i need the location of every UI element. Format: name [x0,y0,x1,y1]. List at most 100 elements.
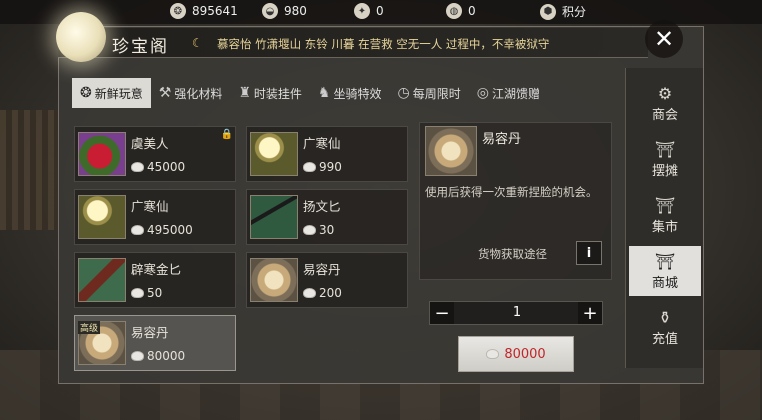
hammer-icon: ⚒ [158,85,172,101]
sidebar-label: 商会 [651,107,678,123]
tab-label: 江湖馈赠 [491,86,540,101]
category-tabs: ❂ 新鲜玩意 ⚒ 强化材料 ♜ 时装挂件 ♞ 坐骑特效 ◷ 每周限时 ◎ 江湖馈… [72,78,610,110]
item-price-value: 50 [147,286,163,300]
robe-icon: ♜ [238,85,251,101]
sidebar-item-stall[interactable]: ⛩ 摆摊 [629,134,701,184]
coin-icon [131,351,144,361]
flower-item-icon [78,132,126,176]
item-name: 易容丹 [131,325,169,340]
item-name: 广寒仙 [131,199,169,214]
shop-item[interactable]: 辟寒金匕 50 [74,252,236,308]
coin-icon [486,349,500,359]
shop-item[interactable]: 扬文匕 30 [246,189,408,245]
shop-item-selected[interactable]: 高级 易容丹 80000 [74,315,236,371]
coin-icon [303,288,316,298]
item-price-value: 200 [319,286,342,300]
tab-fashion[interactable]: ♜ 时装挂件 [230,78,310,108]
points-badge-icon: ⬢ [540,3,556,20]
tab-label: 每周限时 [412,86,461,101]
detail-item-name: 易容丹 [482,132,522,147]
source-label: 货物获取途径 [478,247,547,261]
shop-title: 珍宝阁 [112,37,169,57]
market-icon: ⛩ [654,195,676,215]
detail-pill-icon [425,126,477,176]
item-price-value: 30 [319,223,335,237]
buy-price: 80000 [504,346,546,362]
ticket-icon: ✦ [354,3,370,19]
sidebar-item-mall[interactable]: ⛩ 商城 [629,246,701,296]
sidebar-item-market[interactable]: ⛩ 集市 [629,190,701,240]
shop-item[interactable]: 易容丹 200 [246,252,408,308]
info-button[interactable]: i [576,241,602,265]
close-button[interactable]: ✕ [645,20,683,58]
shop-item[interactable]: 广寒仙 990 [246,126,408,182]
pill-item-icon [250,258,298,302]
tab-label: 强化材料 [174,86,223,101]
currency-points[interactable]: ⬢ 积分 [540,3,586,20]
currency-gold: ◍ 0 [446,3,476,19]
moon-item-icon [250,132,298,176]
item-price: 495000 [131,223,193,237]
moon-item-icon [78,195,126,239]
currency-tickets: ✦ 0 [354,3,384,19]
detail-description: 使用后获得一次重新捏脸的机会。 [425,185,598,199]
currency-coins: ◒ 980 [262,3,307,19]
tab-label: 时装挂件 [253,86,302,101]
quantity-value[interactable]: 1 [490,305,544,320]
tab-mount-effects[interactable]: ♞ 坐骑特效 [310,78,390,108]
tab-fresh-items[interactable]: ❂ 新鲜玩意 [72,78,151,108]
item-price: 990 [303,160,342,174]
crescent-moon-icon: ☾ [192,36,203,50]
gold-dagger-item-icon [78,258,126,302]
item-price-value: 80000 [147,349,186,363]
item-name: 扬文匕 [303,199,341,214]
tab-label: 新鲜玩意 [94,86,143,101]
dagger-item-icon [250,195,298,239]
currency-gold-value: 0 [468,4,476,18]
currency-silver-value: 895641 [192,4,238,18]
sidebar-item-chamber[interactable]: ⚙ 商会 [629,78,701,128]
currency-tickets-value: 0 [376,4,384,18]
stall-icon: ⛩ [654,139,676,159]
tab-enhance-materials[interactable]: ⚒ 强化材料 [151,78,231,108]
gold-ingot-icon: ◍ [446,3,462,19]
item-price: 80000 [131,349,185,363]
decrease-button[interactable]: − [430,302,454,324]
sidebar-label: 摆摊 [651,163,678,179]
sidebar-label: 商城 [651,275,678,291]
currency-bar: ❂ 895641 ◒ 980 ✦ 0 ◍ 0 ⬢ 积分 [0,0,762,24]
coin-icon [131,288,144,298]
tab-jianghu-gifts[interactable]: ◎ 江湖馈赠 [469,78,548,108]
item-price-value: 495000 [147,223,193,237]
horse-icon: ♞ [317,85,331,101]
silver-ingot-icon: ❂ [170,3,186,19]
currency-coins-value: 980 [284,4,307,18]
moon-emblem-icon [56,12,106,62]
coin-icon [131,225,144,235]
item-price-value: 45000 [147,160,186,174]
item-name: 辟寒金匕 [131,262,182,277]
coin-icon [131,162,144,172]
sidebar-item-recharge[interactable]: ⚱ 充值 [629,302,701,352]
item-price: 50 [131,286,162,300]
currency-silver: ❂ 895641 [170,3,238,19]
money-bag-icon: ⚱ [658,307,672,327]
coin-icon [303,225,316,235]
background-wood-beams [0,110,60,230]
shop-item[interactable]: 广寒仙 495000 [74,189,236,245]
quantity-stepper: − 1 + [429,301,603,325]
target-icon: ◎ [476,85,489,101]
currency-points-label: 积分 [562,5,587,19]
increase-button[interactable]: + [578,302,602,324]
shop-item[interactable]: 🔒 虞美人 45000 [74,126,236,182]
coin-stack-icon: ◒ [262,3,278,19]
item-price: 45000 [131,160,185,174]
tab-label: 坐骑特效 [333,86,382,101]
announcement-marquee: 慕容怡 竹潇堰山 东铃 川暮 在营救 空无一人 过程中，不幸被狱守 [217,37,550,51]
buy-button[interactable]: 80000 [458,336,574,372]
tab-weekly-limited[interactable]: ◷ 每周限时 [389,78,468,108]
item-price: 30 [303,223,334,237]
coin-icon [303,162,316,172]
sidebar-label: 充值 [651,331,678,347]
clock-icon: ◷ [397,85,410,101]
